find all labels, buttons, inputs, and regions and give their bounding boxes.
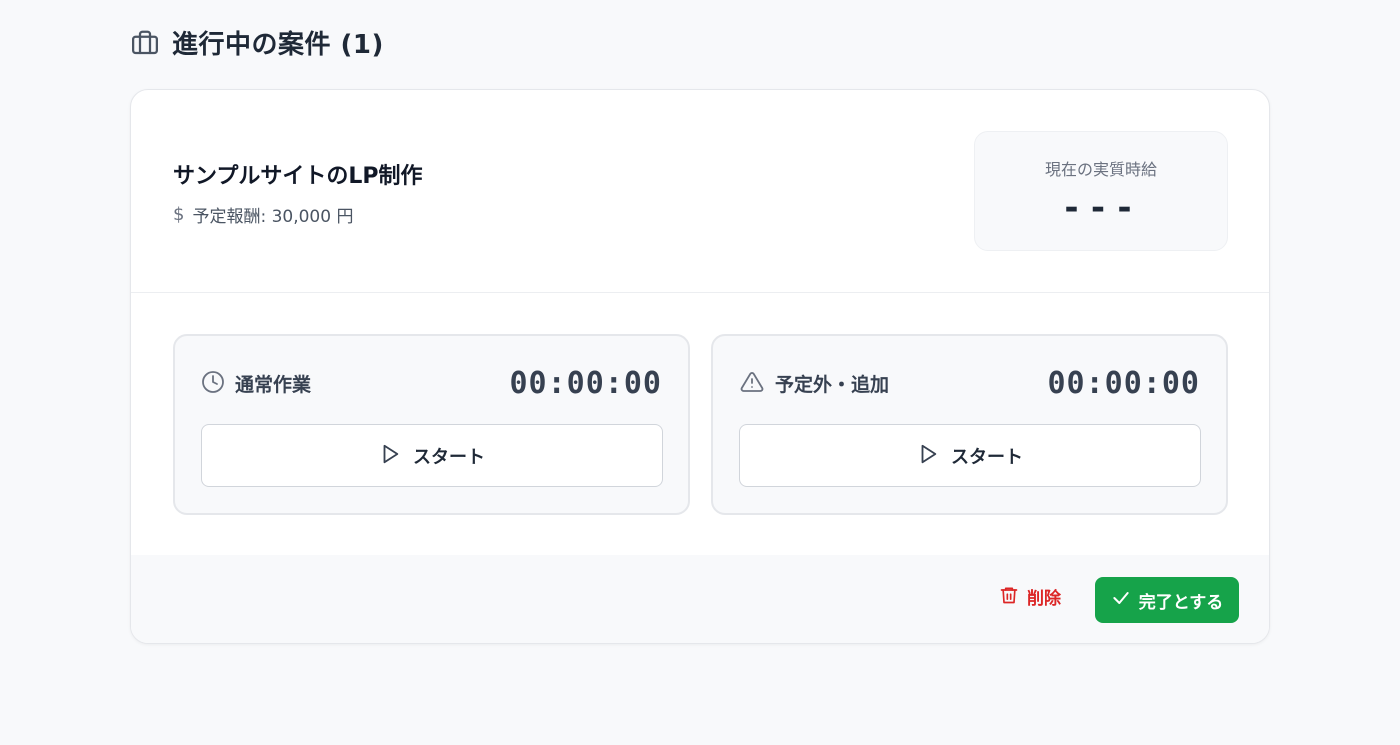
check-icon: [1111, 588, 1131, 612]
start-button-normal[interactable]: スタート: [201, 424, 663, 487]
trash-icon: [999, 585, 1019, 609]
start-button-extra[interactable]: スタート: [739, 424, 1201, 487]
timer-extra-work: 予定外・追加 00:00:00 スタート: [711, 334, 1228, 515]
project-info: サンプルサイトのLP制作 $ 予定報酬: 30,000 円 現在の実質時給 --…: [131, 90, 1269, 293]
timer-label: 予定外・追加: [775, 374, 890, 396]
briefcase-icon: [130, 28, 160, 58]
clock-icon: [201, 370, 225, 398]
play-icon: [379, 443, 401, 469]
hourly-rate-value: ---: [1061, 188, 1141, 228]
timer-value: 00:00:00: [1047, 366, 1200, 401]
dollar-icon: $: [173, 204, 185, 225]
project-card: サンプルサイトのLP制作 $ 予定報酬: 30,000 円 現在の実質時給 --…: [130, 89, 1270, 644]
section-header: 進行中の案件 (1): [130, 24, 384, 61]
card-footer: 削除 完了とする: [131, 555, 1269, 643]
timer-label: 通常作業: [235, 374, 312, 396]
project-name: サンプルサイトのLP制作: [173, 164, 423, 189]
delete-button-label: 削除: [1027, 589, 1061, 609]
section-title: 進行中の案件 (1): [172, 30, 384, 60]
project-reward: $ 予定報酬: 30,000 円: [173, 202, 353, 227]
timer-value: 00:00:00: [509, 366, 662, 401]
hourly-rate-box: 現在の実質時給 ---: [974, 131, 1228, 251]
start-button-label: スタート: [413, 446, 485, 468]
complete-button-label: 完了とする: [1138, 592, 1224, 613]
warning-icon: [739, 370, 765, 398]
play-icon: [917, 443, 939, 469]
start-button-label: スタート: [951, 446, 1023, 468]
timer-normal-work: 通常作業 00:00:00 スタート: [173, 334, 690, 515]
complete-button[interactable]: 完了とする: [1095, 577, 1239, 623]
hourly-rate-label: 現在の実質時給: [1044, 160, 1157, 179]
reward-text: 予定報酬: 30,000 円: [192, 207, 354, 227]
delete-button[interactable]: 削除: [999, 584, 1061, 609]
